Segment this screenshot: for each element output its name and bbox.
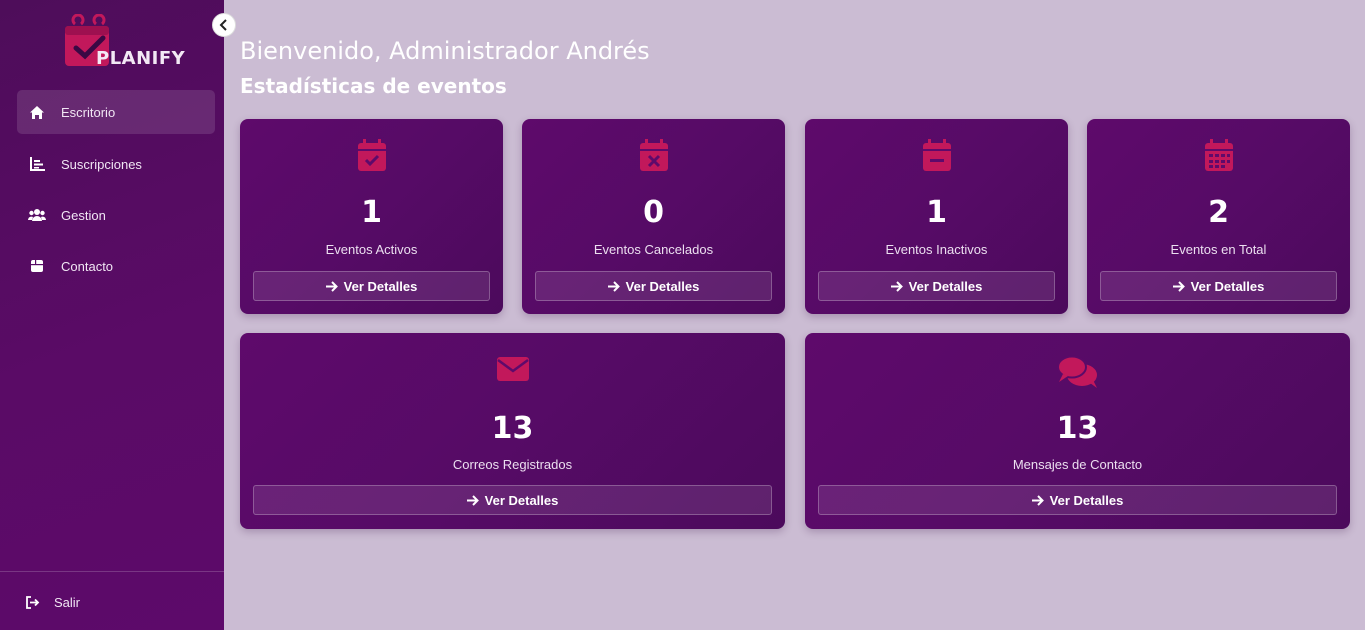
card-value: 13: [491, 411, 534, 446]
card-value: 1: [361, 195, 382, 230]
sidebar-item-label: Contacto: [61, 258, 114, 274]
sidebar-item-escritorio[interactable]: Escritorio: [17, 90, 215, 134]
card-label: Eventos Cancelados: [593, 242, 714, 257]
stats-subtitle: Estadísticas de eventos: [240, 74, 507, 98]
card-value: 13: [1056, 411, 1099, 446]
card-value: 0: [643, 195, 664, 230]
sidebar-item-suscripciones[interactable]: Suscripciones: [17, 142, 215, 186]
arrow-right-icon: [890, 280, 903, 292]
button-label: Ver Detalles: [343, 278, 418, 294]
card-eventos-inactivos: 1 Eventos Inactivos Ver Detalles: [805, 119, 1068, 314]
home-icon: [27, 104, 47, 120]
card-eventos-total: 2 Eventos en Total Ver Detalles: [1087, 119, 1350, 314]
arrow-right-icon: [466, 494, 479, 506]
sidebar-divider: [0, 571, 224, 572]
ver-detalles-button[interactable]: Ver Detalles: [1100, 271, 1337, 301]
sidebar-item-label: Escritorio: [61, 104, 116, 120]
planify-logo[interactable]: PLANIFY: [62, 14, 185, 72]
calendar-check-icon: [357, 139, 387, 177]
card-correos-registrados: 13 Correos Registrados Ver Detalles: [240, 333, 785, 529]
button-label: Ver Detalles: [1049, 492, 1124, 508]
button-label: Ver Detalles: [908, 278, 983, 294]
button-label: Ver Detalles: [1190, 278, 1265, 294]
calendar-minus-icon: [922, 139, 952, 177]
button-label: Ver Detalles: [484, 492, 559, 508]
chevron-left-icon: [219, 19, 227, 31]
arrow-right-icon: [1172, 280, 1185, 292]
ver-detalles-button[interactable]: Ver Detalles: [818, 485, 1337, 515]
logo-text: PLANIFY: [96, 48, 186, 69]
sidebar: PLANIFY Escritorio Suscripciones Gestion…: [0, 0, 224, 630]
logout-button[interactable]: Salir: [17, 583, 215, 621]
arrow-right-icon: [607, 280, 620, 292]
card-label: Eventos en Total: [1170, 242, 1267, 257]
arrow-right-icon: [325, 280, 338, 292]
welcome-title: Bienvenido, Administrador Andrés: [240, 37, 650, 65]
ver-detalles-button[interactable]: Ver Detalles: [253, 271, 490, 301]
calendar-grid-icon: [1204, 139, 1234, 177]
comments-icon: [1056, 355, 1099, 394]
box-icon: [27, 258, 47, 274]
card-label: Mensajes de Contacto: [1012, 457, 1143, 472]
calendar-x-icon: [639, 139, 669, 177]
card-value: 1: [926, 195, 947, 230]
ver-detalles-button[interactable]: Ver Detalles: [535, 271, 772, 301]
sidebar-item-label: Suscripciones: [61, 156, 142, 172]
card-mensajes-contacto: 13 Mensajes de Contacto Ver Detalles: [805, 333, 1350, 529]
card-label: Correos Registrados: [452, 457, 573, 472]
ver-detalles-button[interactable]: Ver Detalles: [818, 271, 1055, 301]
card-eventos-activos: 1 Eventos Activos Ver Detalles: [240, 119, 503, 314]
card-eventos-cancelados: 0 Eventos Cancelados Ver Detalles: [522, 119, 785, 314]
card-value: 2: [1208, 195, 1229, 230]
sidebar-item-gestion[interactable]: Gestion: [17, 193, 215, 237]
card-label: Eventos Inactivos: [885, 242, 988, 257]
sidebar-collapse-button[interactable]: [212, 13, 236, 37]
sidebar-item-label: Gestion: [61, 207, 106, 223]
arrow-right-icon: [1031, 494, 1044, 506]
chart-icon: [27, 156, 47, 172]
logout-label: Salir: [54, 594, 81, 610]
logout-icon: [25, 595, 40, 609]
users-icon: [27, 207, 47, 223]
button-label: Ver Detalles: [625, 278, 700, 294]
envelope-icon: [496, 355, 530, 388]
sidebar-item-contacto[interactable]: Contacto: [17, 244, 215, 288]
ver-detalles-button[interactable]: Ver Detalles: [253, 485, 772, 515]
card-label: Eventos Activos: [325, 242, 418, 257]
